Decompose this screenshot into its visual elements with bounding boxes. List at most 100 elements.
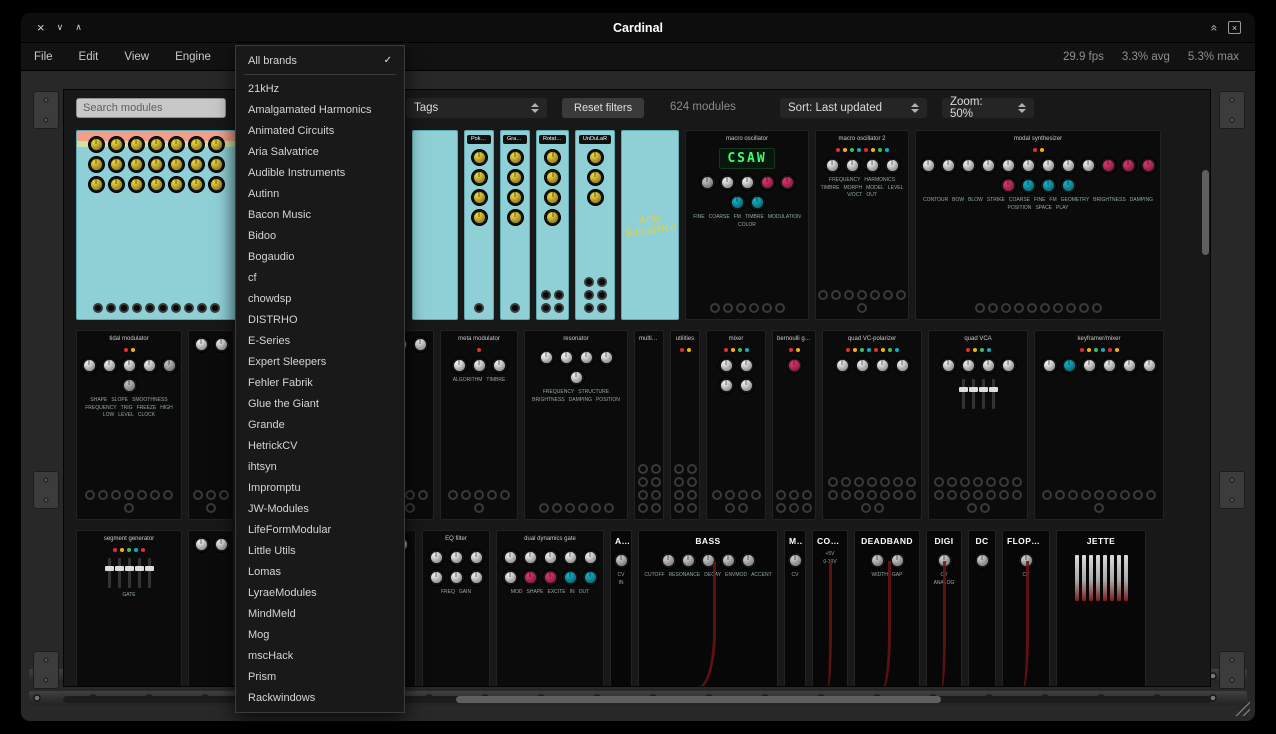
brand-menu-item[interactable]: Lomas <box>236 561 404 582</box>
brand-menu-item[interactable]: cf <box>236 267 404 288</box>
module-card[interactable]: tidal modulatorSHAPESLOPESMOOTHNESSFREQU… <box>76 330 182 520</box>
module-card[interactable]: multiples <box>634 330 664 520</box>
collapse-all-icon[interactable]: « <box>1208 24 1222 31</box>
search-input[interactable] <box>76 98 226 118</box>
brand-menu-item[interactable]: LifeFormModular <box>236 519 404 540</box>
module-card[interactable]: modal synthesizerCONTOURBOWBLOWSTRIKECOA… <box>915 130 1161 320</box>
chevron-down-icon[interactable]: ∨ <box>57 22 64 33</box>
brand-menu-item[interactable]: DISTRHO <box>236 309 404 330</box>
module-card[interactable]: UnDuLaR <box>575 130 615 320</box>
brand-menu-item[interactable]: Prism <box>236 666 404 687</box>
jack-port <box>474 503 484 513</box>
module-card[interactable]: dual dynamics gateMODSHAPEEXCITEINOUT <box>496 530 604 686</box>
brand-menu-item[interactable]: Bacon Music <box>236 204 404 225</box>
module-card[interactable]: keyframer/mixer <box>1034 330 1164 520</box>
brand-menu-item[interactable]: Amalgamated Harmonics <box>236 99 404 120</box>
menu-engine[interactable]: Engine <box>162 43 224 70</box>
brand-menu-item[interactable]: Impromptu <box>236 477 404 498</box>
brand-menu-item[interactable]: MindMeld <box>236 603 404 624</box>
module-card[interactable]: MERACV <box>784 530 806 686</box>
brand-menu-item[interactable]: JW-Modules <box>236 498 404 519</box>
brand-menu-item-all-brands[interactable]: All brands✓ <box>236 50 404 71</box>
knob <box>89 137 104 152</box>
module-card[interactable]: JETTE <box>1056 530 1146 686</box>
zoom-dropdown[interactable]: Zoom: 50% <box>942 98 1034 118</box>
brand-menu-item[interactable]: Bidoo <box>236 225 404 246</box>
brand-menu-item[interactable]: Audible Instruments <box>236 162 404 183</box>
module-card[interactable]: DC <box>968 530 996 686</box>
brand-menu-item[interactable]: LyraeModules <box>236 582 404 603</box>
brand-menu-item[interactable]: chowdsp <box>236 288 404 309</box>
module-card[interactable] <box>188 530 234 686</box>
module-card[interactable]: CONV+5V0-10V <box>812 530 848 686</box>
brand-menu-item[interactable]: Grande <box>236 414 404 435</box>
module-card[interactable]: Rotatoes <box>536 130 569 320</box>
brand-menu-item[interactable]: Aria Salvatrice <box>236 141 404 162</box>
brand-menu-item[interactable]: Little Utils <box>236 540 404 561</box>
module-card[interactable]: DIGICVANALOG <box>926 530 962 686</box>
panel-label: FREQ <box>441 589 455 596</box>
menu-file[interactable]: File <box>21 43 66 70</box>
jack-port <box>687 503 697 513</box>
brand-menu-item[interactable]: ihtsyn <box>236 456 404 477</box>
module-card[interactable]: DEADBANDWIDTHGAP <box>854 530 920 686</box>
brand-menu-item[interactable]: Expert Sleepers <box>236 351 404 372</box>
panel-label: ENVMOD <box>725 572 747 579</box>
brand-menu-item[interactable]: Bogaudio <box>236 246 404 267</box>
brand-menu-item[interactable]: Animated Circuits <box>236 120 404 141</box>
brand-menu-item[interactable]: Glue the Giant <box>236 393 404 414</box>
sort-dropdown[interactable]: Sort: Last updated <box>780 98 927 118</box>
module-card[interactable]: mixer <box>706 330 766 520</box>
panel-labels: CVIN <box>613 572 629 586</box>
jack-port <box>723 303 733 313</box>
module-card[interactable]: meta modulatorALGORITHMTIMBRE <box>440 330 518 520</box>
knob <box>890 553 905 568</box>
brand-menu-item[interactable]: HetrickCV <box>236 435 404 456</box>
jack-port <box>999 490 1009 500</box>
module-card[interactable]: macro oscillator 2FREQUENCYHARMONICSTIMB… <box>815 130 909 320</box>
panel-label: ACCENT <box>751 572 772 579</box>
tags-dropdown[interactable]: Tags <box>406 98 547 118</box>
led-indicator <box>1101 348 1105 352</box>
brand-menu-item[interactable]: Mog <box>236 624 404 645</box>
chevron-up-icon[interactable]: ∧ <box>75 22 82 33</box>
brand-menu-item[interactable]: Autinn <box>236 183 404 204</box>
module-card[interactable]: Aria Salvatrice <box>621 130 679 320</box>
brand-menu-item[interactable]: Fehler Fabrik <box>236 372 404 393</box>
module-card[interactable]: utilities <box>670 330 700 520</box>
jack-port <box>857 290 867 300</box>
knob-group <box>688 175 806 210</box>
brand-menu-item-label: Bogaudio <box>248 251 295 263</box>
module-card[interactable]: macro oscillatorCSAWFINECOARSEFMTIMBREMO… <box>685 130 809 320</box>
module-card[interactable]: FLOPPERCV <box>1002 530 1050 686</box>
patch-cable-decoration <box>1016 561 1029 686</box>
led-indicator <box>127 548 131 552</box>
led-indicator <box>789 348 793 352</box>
module-card[interactable]: segment generatorGATE <box>76 530 182 686</box>
module-card[interactable]: Pokies <box>464 130 494 320</box>
module-card[interactable] <box>188 330 234 520</box>
brand-menu-item[interactable]: mscHack <box>236 645 404 666</box>
brand-menu-item[interactable]: 21kHz <box>236 78 404 99</box>
menu-edit[interactable]: Edit <box>66 43 112 70</box>
knob <box>189 177 204 192</box>
vertical-scrollbar-thumb[interactable] <box>1202 170 1209 255</box>
brand-menu-item[interactable]: Rackwindows <box>236 687 404 708</box>
module-card[interactable]: quad VC-polarizer <box>822 330 922 520</box>
module-card[interactable] <box>76 130 236 320</box>
module-card[interactable]: AMPCVIN <box>610 530 632 686</box>
reset-filters-button[interactable]: Reset filters <box>562 98 644 118</box>
module-card[interactable]: Grabby <box>500 130 530 320</box>
module-card[interactable]: resonatorFREQUENCYSTRUCTUREBRIGHTNESSDAM… <box>524 330 628 520</box>
boxed-close-icon[interactable]: × <box>1228 21 1241 34</box>
jack-port <box>906 490 916 500</box>
module-card[interactable]: quad VCA <box>928 330 1028 520</box>
module-card[interactable]: EQ filterFREQGAIN <box>422 530 490 686</box>
menu-view[interactable]: View <box>111 43 162 70</box>
module-card[interactable] <box>412 130 458 320</box>
module-card[interactable]: BASSCUTOFFRESONANCEDECAYENVMODACCENT <box>638 530 778 686</box>
module-card[interactable]: bernoulli gate <box>772 330 816 520</box>
horizontal-scrollbar-thumb[interactable] <box>456 696 941 703</box>
close-icon[interactable]: × <box>37 20 45 35</box>
brand-menu-item[interactable]: E-Series <box>236 330 404 351</box>
